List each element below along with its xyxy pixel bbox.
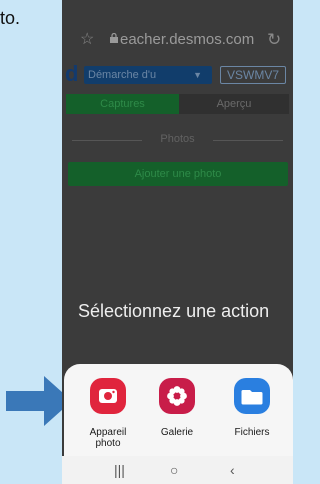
activity-select-value: Démarche d'u xyxy=(88,69,157,81)
flower-icon xyxy=(159,378,195,414)
app-logo: d xyxy=(65,61,79,86)
sheet-title: Sélectionnez une action xyxy=(78,301,270,321)
action-label: Appareil photo xyxy=(89,427,127,449)
divider xyxy=(213,140,283,141)
action-camera[interactable]: Appareil photo xyxy=(78,378,138,449)
camera-icon xyxy=(90,378,126,414)
reload-icon[interactable]: ↻ xyxy=(267,30,281,50)
browser-address-bar[interactable]: ☆ eacher.desmos.com ↻ xyxy=(62,30,293,50)
photos-section-label: Photos xyxy=(62,133,293,145)
activity-select[interactable]: Démarche d'u ▼ xyxy=(84,66,212,84)
lock-icon xyxy=(110,33,118,43)
url-text[interactable]: eacher.desmos.com xyxy=(120,31,254,48)
action-sheet: Appareil photo Galerie Fichiers xyxy=(64,364,293,456)
chevron-down-icon: ▼ xyxy=(193,70,202,80)
recent-apps-icon[interactable]: ||| xyxy=(114,460,125,480)
action-label: Galerie xyxy=(160,427,194,438)
class-code-badge: VSWMV7 xyxy=(220,66,286,84)
android-nav-bar: ||| ○ ‹ xyxy=(62,456,293,484)
tab-bar: Captures Aperçu xyxy=(62,94,293,114)
photos-label-text: Photos xyxy=(160,133,195,145)
action-gallery[interactable]: Galerie xyxy=(147,378,207,438)
add-photo-button[interactable]: Ajouter une photo xyxy=(68,162,288,186)
document-text: to. xyxy=(0,8,21,28)
home-icon[interactable]: ○ xyxy=(170,460,178,480)
phone-screen: ☆ eacher.desmos.com ↻ d Démarche d'u ▼ V… xyxy=(62,0,293,484)
action-files[interactable]: Fichiers xyxy=(222,378,282,438)
tab-apercu[interactable]: Aperçu xyxy=(179,94,289,114)
app-header: d Démarche d'u ▼ VSWMV7 xyxy=(62,61,293,86)
folder-icon xyxy=(234,378,270,414)
action-label: Fichiers xyxy=(234,427,270,438)
tab-captures[interactable]: Captures xyxy=(66,94,179,114)
bookmark-star-icon[interactable]: ☆ xyxy=(80,30,94,50)
divider xyxy=(72,140,142,141)
back-icon[interactable]: ‹ xyxy=(230,460,235,480)
